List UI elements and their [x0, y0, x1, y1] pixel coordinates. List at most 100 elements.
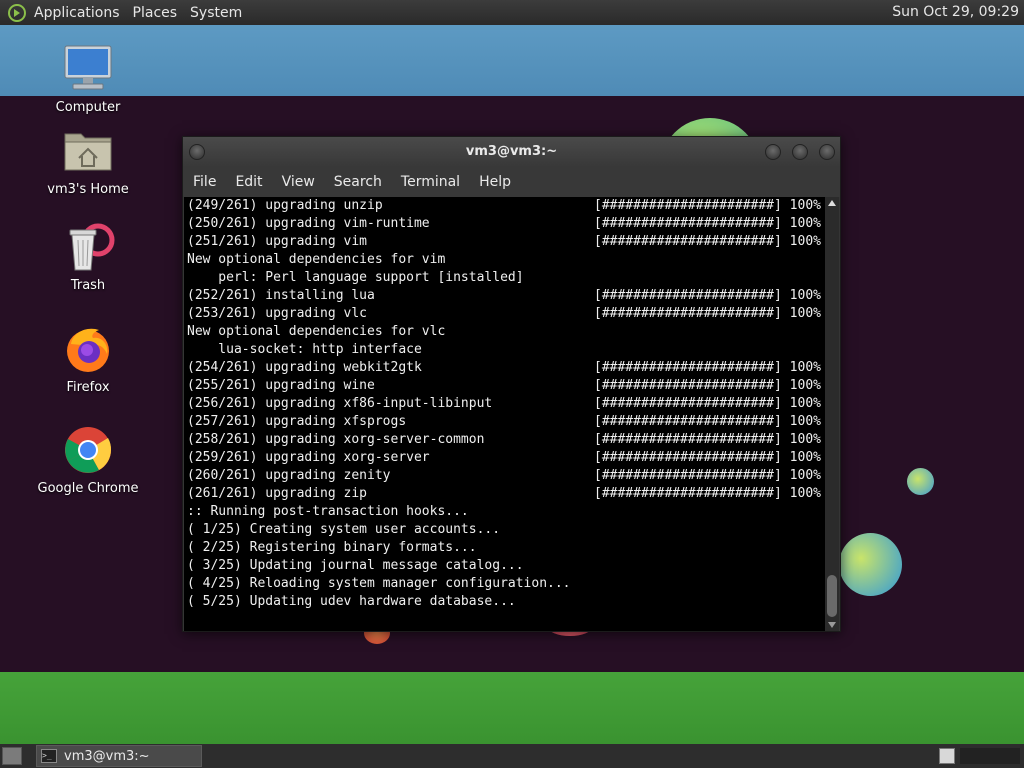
terminal-line-text: ( 2/25) Registering binary formats...	[187, 540, 477, 555]
terminal-line: New optional dependencies for vlc	[187, 323, 826, 341]
terminal-line-text: :: Running post-transaction hooks...	[187, 504, 469, 519]
menu-search[interactable]: Search	[334, 174, 382, 190]
decorative-bubble	[839, 533, 902, 596]
progress-bar-text: [######################] 100%	[594, 216, 821, 231]
terminal-line-text: (254/261) upgrading webkit2gtk	[187, 360, 422, 375]
terminal-line-text: (258/261) upgrading xorg-server-common	[187, 432, 485, 447]
terminal-line-text: (255/261) upgrading wine	[187, 378, 375, 393]
terminal-output[interactable]: (249/261) upgrading unzip [##############…	[184, 197, 826, 631]
terminal-line: (258/261) upgrading xorg-server-common [#…	[187, 431, 826, 449]
terminal-line-text: (261/261) upgrading zip	[187, 486, 368, 501]
scrollbar-thumb[interactable]	[827, 575, 837, 617]
terminal-line-text: (257/261) upgrading xfsprogs	[187, 414, 407, 429]
terminal-icon: >_	[41, 749, 57, 763]
terminal-line: ( 4/25) Reloading system manager configu…	[187, 575, 826, 593]
bottom-panel: >_ vm3@vm3:~	[0, 744, 1024, 768]
terminal-line: (249/261) upgrading unzip [##############…	[187, 197, 826, 215]
progress-bar-text: [######################] 100%	[594, 396, 821, 411]
terminal-line-text: (252/261) installing lua	[187, 288, 375, 303]
menu-terminal[interactable]: Terminal	[401, 174, 460, 190]
scroll-up-arrow-icon[interactable]	[828, 200, 836, 206]
taskbar-window-button[interactable]: >_ vm3@vm3:~	[36, 745, 202, 767]
progress-bar-text: [######################] 100%	[594, 288, 821, 303]
system-menu[interactable]: System	[190, 5, 242, 21]
window-titlebar[interactable]: vm3@vm3:~	[183, 137, 840, 167]
places-menu[interactable]: Places	[133, 5, 178, 21]
terminal-line-text: ( 1/25) Creating system user accounts...	[187, 522, 501, 537]
terminal-line-text: ( 4/25) Reloading system manager configu…	[187, 576, 571, 591]
terminal-line: ( 1/25) Creating system user accounts...	[187, 521, 826, 539]
terminal-line-text: ( 3/25) Updating journal message catalog…	[187, 558, 524, 573]
terminal-line-text: (251/261) upgrading vim	[187, 234, 368, 249]
decorative-bubble	[907, 468, 934, 495]
progress-bar-text: [######################] 100%	[594, 306, 821, 321]
show-desktop-button[interactable]	[2, 747, 22, 765]
terminal-line: (250/261) upgrading vim-runtime [########…	[187, 215, 826, 233]
terminal-line: lua-socket: http interface	[187, 341, 826, 359]
progress-bar-text: [######################] 100%	[594, 450, 821, 465]
terminal-menubar: File Edit View Search Terminal Help	[183, 167, 840, 197]
terminal-line: ( 3/25) Updating journal message catalog…	[187, 557, 826, 575]
minimize-button[interactable]	[765, 144, 781, 160]
terminal-line: ( 2/25) Registering binary formats...	[187, 539, 826, 557]
terminal-line-text: (249/261) upgrading unzip	[187, 198, 383, 213]
menu-view[interactable]: View	[282, 174, 315, 190]
menu-help[interactable]: Help	[479, 174, 511, 190]
progress-bar-text: [######################] 100%	[594, 378, 821, 393]
desktop-icon-label: Google Chrome	[37, 481, 139, 496]
terminal-line: (261/261) upgrading zip [################…	[187, 485, 826, 503]
terminal-line: New optional dependencies for vim	[187, 251, 826, 269]
desktop-icon-label: Computer	[55, 100, 121, 115]
terminal-line-text: (259/261) upgrading xorg-server	[187, 450, 430, 465]
scroll-down-arrow-icon[interactable]	[828, 622, 836, 628]
progress-bar-text: [######################] 100%	[594, 432, 821, 447]
progress-bar-text: [######################] 100%	[594, 468, 821, 483]
window-title: vm3@vm3:~	[465, 144, 558, 159]
top-panel: Applications Places System Sun Oct 29, 0…	[0, 0, 1024, 25]
desktop-icon-label: vm3's Home	[47, 182, 129, 197]
desktop-icon-chrome[interactable]: Google Chrome	[28, 425, 148, 496]
desktop-icon-firefox[interactable]: Firefox	[28, 324, 148, 395]
terminal-line: (257/261) upgrading xfsprogs [###########…	[187, 413, 826, 431]
progress-bar-text: [######################] 100%	[594, 234, 821, 249]
progress-bar-text: [######################] 100%	[594, 198, 821, 213]
terminal-line-text: (250/261) upgrading vim-runtime	[187, 216, 430, 231]
terminal-line-text: lua-socket: http interface	[187, 342, 422, 357]
computer-icon	[63, 44, 113, 94]
terminal-line-text: New optional dependencies for vlc	[187, 324, 446, 339]
terminal-line-text: ( 5/25) Updating udev hardware database.…	[187, 594, 516, 609]
maximize-button[interactable]	[792, 144, 808, 160]
clock[interactable]: Sun Oct 29, 09:29	[892, 4, 1019, 20]
applications-menu[interactable]: Applications	[34, 5, 120, 21]
desktop-icon-home[interactable]: vm3's Home	[28, 126, 148, 197]
close-button[interactable]	[819, 144, 835, 160]
terminal-scrollbar[interactable]	[825, 197, 839, 631]
menu-file[interactable]: File	[193, 174, 216, 190]
terminal-line: ( 5/25) Updating udev hardware database.…	[187, 593, 826, 611]
terminal-line-text: (256/261) upgrading xf86-input-libinput	[187, 396, 493, 411]
progress-bar-text: [######################] 100%	[594, 414, 821, 429]
terminal-line: (252/261) installing lua [###############…	[187, 287, 826, 305]
terminal-line-text: perl: Perl language support [installed]	[187, 270, 524, 285]
terminal-line: (253/261) upgrading vlc [################…	[187, 305, 826, 323]
terminal-line: (254/261) upgrading webkit2gtk [#########…	[187, 359, 826, 377]
trash-icon	[63, 222, 115, 272]
progress-bar-text: [######################] 100%	[594, 360, 821, 375]
workspace-switcher-1[interactable]	[939, 748, 955, 764]
terminal-line: perl: Perl language support [installed]	[187, 269, 826, 287]
desktop-background-grass	[0, 672, 1024, 744]
window-menu-button[interactable]	[189, 144, 205, 160]
menu-edit[interactable]: Edit	[235, 174, 262, 190]
terminal-line: :: Running post-transaction hooks...	[187, 503, 826, 521]
terminal-line: (256/261) upgrading xf86-input-libinput […	[187, 395, 826, 413]
desktop-icon-label: Trash	[70, 278, 106, 293]
workspace-switcher-2[interactable]	[960, 748, 1020, 764]
desktop-icon-trash[interactable]: Trash	[28, 222, 148, 293]
terminal-window[interactable]: vm3@vm3:~ File Edit View Search Terminal…	[182, 136, 841, 632]
desktop-icon-computer[interactable]: Computer	[28, 44, 148, 115]
taskbar-window-label: vm3@vm3:~	[64, 748, 150, 764]
terminal-line: (260/261) upgrading zenity [#############…	[187, 467, 826, 485]
terminal-line: (259/261) upgrading xorg-server [########…	[187, 449, 826, 467]
desktop-icon-label: Firefox	[66, 380, 110, 395]
mate-logo-icon[interactable]	[8, 3, 26, 22]
